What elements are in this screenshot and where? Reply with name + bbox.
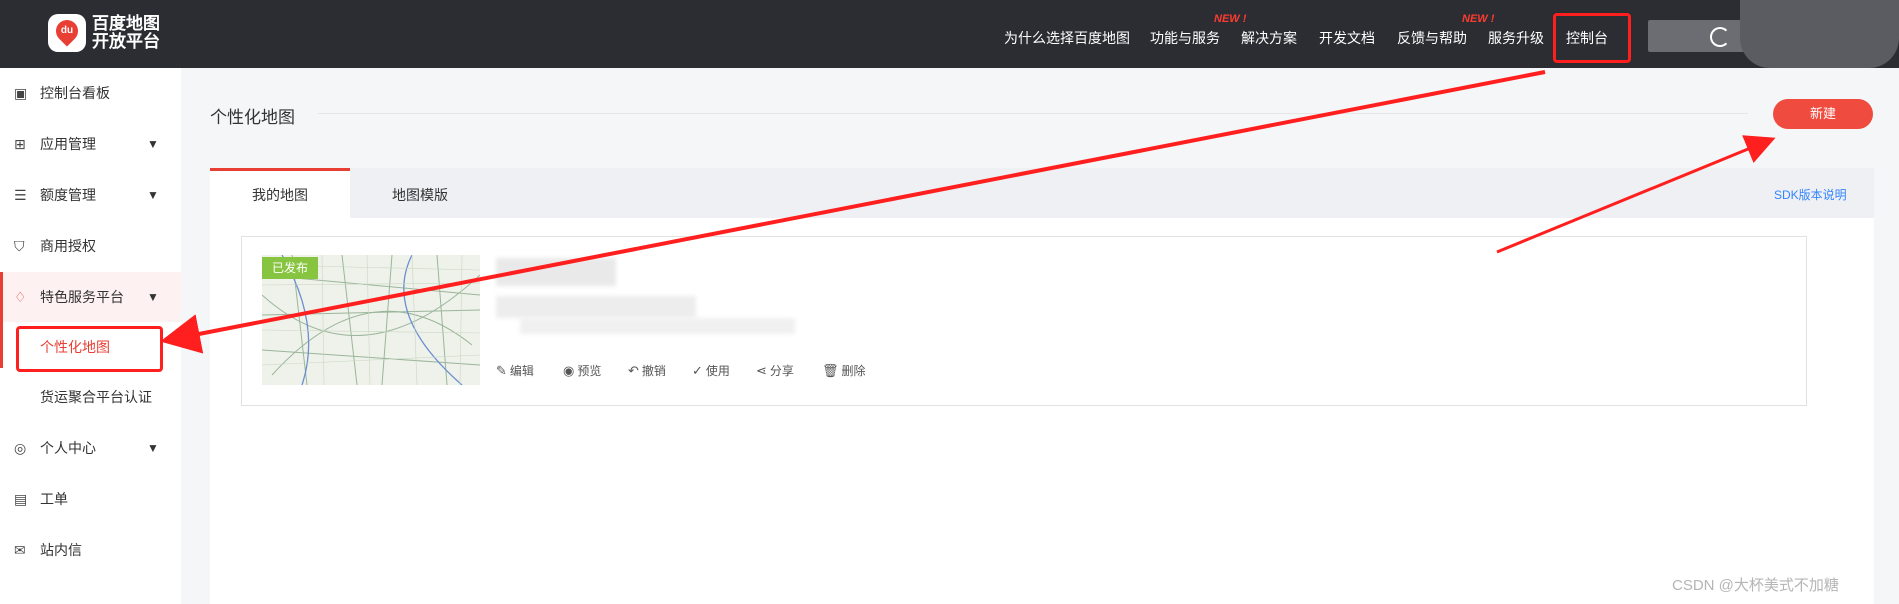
status-badge: 已发布: [262, 257, 318, 279]
edit-icon: ✎: [496, 363, 507, 378]
annotation-box-custom-map: [16, 326, 163, 372]
logo-mark: du: [60, 25, 74, 36]
diamond-icon: ♢: [14, 288, 27, 305]
user-circle-icon: ◎: [14, 439, 27, 456]
caret-down-icon: ▼: [147, 137, 159, 151]
edit-label: 编辑: [509, 364, 534, 378]
grid-icon: ⊞: [14, 135, 26, 152]
sidebar-item-freight-cert[interactable]: 货运聚合平台认证: [0, 382, 181, 412]
tab-bar: [210, 168, 1874, 218]
clipboard-icon: ▤: [14, 490, 28, 507]
revoke-label: 撤销: [641, 364, 666, 378]
title-divider: [318, 113, 1748, 114]
share-label: 分享: [769, 364, 794, 378]
baidu-map-logo-icon: du: [48, 14, 86, 52]
tab-map-templates[interactable]: 地图模版: [392, 185, 448, 205]
user-avatar-blurred[interactable]: [1740, 0, 1899, 68]
sidebar-item-label: 货运聚合平台认证: [40, 389, 152, 405]
nav-solutions[interactable]: 解决方案: [1241, 28, 1297, 48]
loading-icon: [1710, 27, 1730, 47]
sidebar-item-special-services[interactable]: ♢ 特色服务平台 ▼: [0, 282, 181, 312]
sidebar-item-personal-center[interactable]: ◎ 个人中心 ▼: [0, 433, 181, 463]
map-name-blurred: [496, 258, 616, 286]
new-badge-feedback: NEW !: [1462, 13, 1495, 25]
sidebar-item-label: 站内信: [40, 542, 82, 558]
brand-line1: 百度地图: [92, 14, 160, 33]
sidebar-item-label: 额度管理: [40, 187, 96, 203]
nav-feedback[interactable]: 反馈与帮助: [1397, 28, 1467, 48]
sidebar-item-dashboard[interactable]: ▣ 控制台看板: [0, 78, 181, 108]
share-button[interactable]: ⋖ 分享: [756, 362, 794, 379]
sidebar-item-label: 应用管理: [40, 136, 96, 152]
use-button[interactable]: ✓ 使用: [692, 362, 730, 379]
caret-down-icon: ▼: [147, 188, 159, 202]
undo-icon: ↶: [628, 363, 639, 378]
nav-why-baidu[interactable]: 为什么选择百度地图: [1004, 28, 1130, 48]
delete-button[interactable]: 🗑 删除: [822, 362, 866, 379]
new-badge-features: NEW !: [1214, 13, 1247, 25]
preview-label: 预览: [577, 364, 602, 378]
new-map-button[interactable]: 新建: [1773, 99, 1873, 129]
trash-icon: 🗑: [822, 363, 839, 378]
sidebar-item-quota[interactable]: ☰ 额度管理 ▼: [0, 180, 181, 210]
sidebar-item-label: 商用授权: [40, 238, 96, 254]
tab-my-maps[interactable]: 我的地图: [252, 185, 308, 205]
nav-docs[interactable]: 开发文档: [1319, 28, 1375, 48]
sidebar-item-tickets[interactable]: ▤ 工单: [0, 484, 181, 514]
annotation-box-console: [1553, 13, 1631, 63]
caret-down-icon: ▼: [147, 441, 159, 455]
use-label: 使用: [705, 364, 730, 378]
sidebar-item-label: 特色服务平台: [40, 289, 124, 305]
watermark: CSDN @大杯美式不加糖: [1672, 577, 1839, 594]
nav-features[interactable]: 功能与服务: [1150, 28, 1220, 48]
brand-logo[interactable]: du 百度地图 开放平台: [48, 14, 160, 52]
check-circle-icon: ✓: [692, 363, 703, 378]
brand-line2: 开放平台: [92, 32, 160, 51]
sidebar-item-label: 控制台看板: [40, 85, 110, 101]
sidebar-item-messages[interactable]: ✉ 站内信: [0, 535, 181, 565]
sidebar-item-apps[interactable]: ⊞ 应用管理 ▼: [0, 129, 181, 159]
sliders-icon: ☰: [14, 186, 27, 203]
nav-upgrade[interactable]: 服务升级: [1488, 28, 1544, 48]
mail-icon: ✉: [14, 541, 26, 558]
sidebar-item-label: 工单: [40, 491, 68, 507]
dashboard-icon: ▣: [14, 84, 28, 101]
eye-icon: ◉: [563, 363, 575, 378]
sdk-version-link[interactable]: SDK版本说明: [1774, 186, 1847, 203]
sidebar-item-label: 个人中心: [40, 440, 96, 456]
revoke-button[interactable]: ↶ 撤销: [628, 362, 666, 379]
caret-down-icon: ▼: [147, 290, 159, 304]
edit-button[interactable]: ✎ 编辑: [496, 362, 534, 379]
map-desc-blurred: [520, 318, 795, 334]
page-title: 个性化地图: [210, 108, 295, 127]
shield-check-icon: ⛉: [14, 237, 25, 254]
share-icon: ⋖: [756, 363, 767, 378]
delete-label: 删除: [841, 364, 866, 378]
map-meta-blurred: [496, 296, 696, 318]
preview-button[interactable]: ◉ 预览: [563, 362, 601, 379]
sidebar-item-license[interactable]: ⛉ 商用授权: [0, 231, 181, 261]
